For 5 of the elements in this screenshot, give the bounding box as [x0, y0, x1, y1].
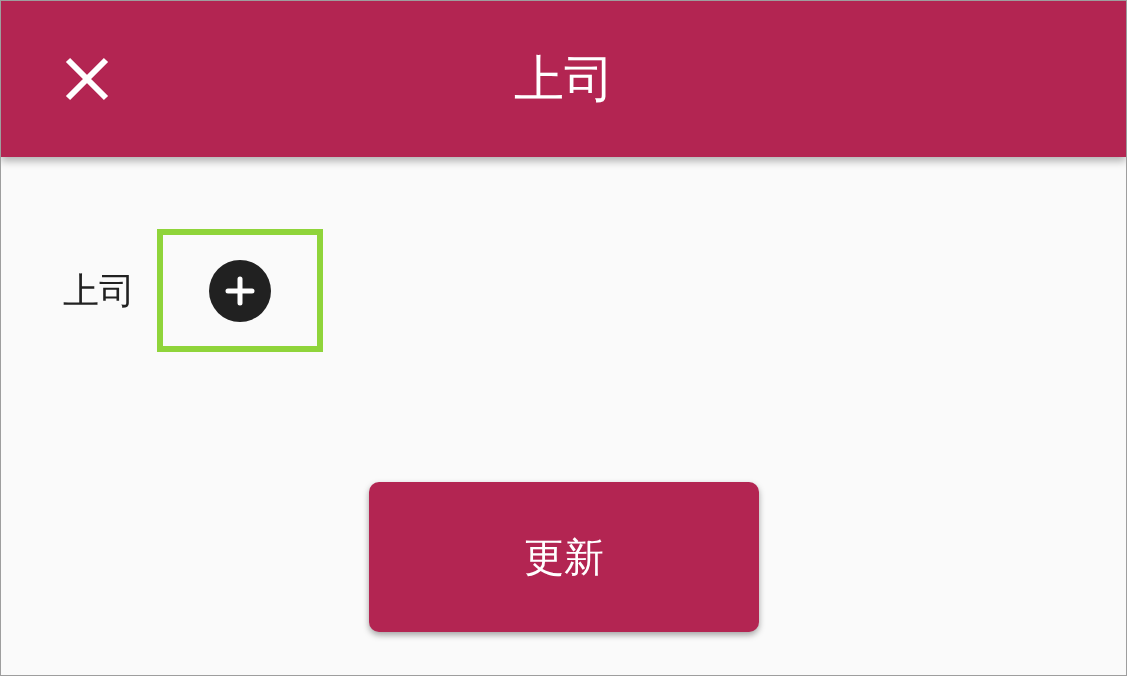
- plus-icon: [225, 275, 255, 306]
- close-icon: [65, 57, 109, 101]
- app-bar-title: 上司: [513, 54, 614, 104]
- update-button[interactable]: 更新: [368, 482, 759, 632]
- field-label: 上司: [63, 272, 135, 309]
